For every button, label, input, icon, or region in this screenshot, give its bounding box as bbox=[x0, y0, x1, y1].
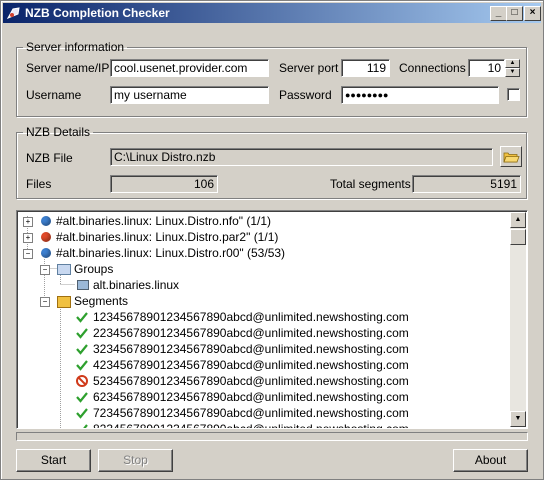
tree-file-item[interactable]: − #alt.binaries.linux: Linux.Distro.r00" … bbox=[17, 245, 512, 261]
segment-label: 42345678901234567890abcd@unlimited.newsh… bbox=[93, 358, 409, 372]
title-bar[interactable]: NZB Completion Checker _ □ × bbox=[3, 3, 541, 23]
progress-bar bbox=[16, 432, 528, 441]
minimize-button[interactable]: _ bbox=[490, 6, 507, 21]
checkmark-icon bbox=[76, 408, 88, 419]
expander-icon[interactable]: − bbox=[40, 297, 50, 307]
password-input[interactable]: ●●●●●●●● bbox=[341, 86, 499, 104]
server-name-label: Server name/IP bbox=[26, 61, 110, 75]
scroll-thumb[interactable] bbox=[510, 229, 526, 245]
groups-icon bbox=[57, 264, 71, 275]
expander-icon[interactable]: − bbox=[40, 265, 50, 275]
connections-label: Connections bbox=[399, 61, 466, 75]
blue-status-icon bbox=[41, 216, 51, 226]
nzb-file-input[interactable]: C:\Linux Distro.nzb bbox=[110, 148, 493, 166]
connections-spinner[interactable]: ▲ ▼ bbox=[505, 59, 520, 77]
checkmark-icon bbox=[76, 312, 88, 323]
spin-up-icon[interactable]: ▲ bbox=[505, 59, 520, 68]
start-button[interactable]: Start bbox=[16, 449, 91, 472]
segments-icon bbox=[57, 296, 71, 308]
app-window: NZB Completion Checker _ □ × Server info… bbox=[0, 0, 544, 480]
app-icon bbox=[7, 7, 20, 19]
failed-icon bbox=[76, 375, 88, 387]
tree-scrollbar[interactable]: ▲ ▼ bbox=[510, 212, 526, 427]
checkmark-icon bbox=[76, 328, 88, 339]
close-button[interactable]: × bbox=[524, 6, 541, 21]
segment-label: 12345678901234567890abcd@unlimited.newsh… bbox=[93, 310, 409, 324]
window-title: NZB Completion Checker bbox=[25, 6, 170, 20]
computer-icon bbox=[77, 280, 89, 290]
segment-label: 82345678901234567890abcd@unlimited.newsh… bbox=[93, 422, 409, 429]
red-status-icon bbox=[41, 232, 51, 242]
segment-label: 32345678901234567890abcd@unlimited.newsh… bbox=[93, 342, 409, 356]
groups-label: Groups bbox=[74, 262, 114, 276]
maximize-button[interactable]: □ bbox=[506, 6, 523, 21]
show-password-checkbox[interactable] bbox=[507, 88, 520, 101]
segment-label: 22345678901234567890abcd@unlimited.newsh… bbox=[93, 326, 409, 340]
blue-status-icon bbox=[41, 248, 51, 258]
total-segments-label: Total segments bbox=[330, 177, 411, 191]
tree-file-item[interactable]: + #alt.binaries.linux: Linux.Distro.par2"… bbox=[17, 229, 512, 245]
folder-icon bbox=[503, 152, 520, 163]
tree-file-item[interactable]: + #alt.binaries.linux: Linux.Distro.nfo" … bbox=[17, 213, 512, 229]
nzb-tree-view[interactable]: + #alt.binaries.linux: Linux.Distro.nfo" … bbox=[16, 210, 528, 429]
files-label: Files bbox=[26, 177, 52, 191]
server-port-label: Server port bbox=[279, 61, 339, 75]
total-segments-count: 5191 bbox=[412, 175, 521, 193]
segment-label: 62345678901234567890abcd@unlimited.newsh… bbox=[93, 390, 409, 404]
tree-file-label: #alt.binaries.linux: Linux.Distro.nfo" (… bbox=[56, 214, 272, 228]
scroll-down-icon[interactable]: ▼ bbox=[510, 411, 526, 427]
segment-label: 72345678901234567890abcd@unlimited.newsh… bbox=[93, 406, 409, 420]
checkmark-icon bbox=[83, 424, 88, 428]
server-information-legend: Server information bbox=[26, 40, 125, 54]
spin-down-icon[interactable]: ▼ bbox=[505, 68, 520, 77]
browse-button[interactable] bbox=[500, 146, 522, 167]
expander-icon[interactable]: + bbox=[23, 217, 33, 227]
segment-label: 52345678901234567890abcd@unlimited.newsh… bbox=[93, 374, 409, 388]
server-name-input[interactable]: cool.usenet.provider.com bbox=[110, 59, 269, 77]
server-information-group: Server information bbox=[16, 40, 527, 117]
tree-file-label: #alt.binaries.linux: Linux.Distro.r00" (… bbox=[56, 246, 286, 260]
about-button[interactable]: About bbox=[453, 449, 528, 472]
server-port-input[interactable]: 119 bbox=[341, 59, 390, 77]
checkmark-icon bbox=[76, 360, 88, 371]
segments-label: Segments bbox=[74, 294, 129, 308]
expander-icon[interactable]: − bbox=[23, 249, 33, 259]
checkmark-icon bbox=[76, 344, 88, 355]
tree-file-label: #alt.binaries.linux: Linux.Distro.par2" … bbox=[56, 230, 279, 244]
nzb-details-legend: NZB Details bbox=[26, 125, 91, 139]
connections-input[interactable]: 10 bbox=[468, 59, 505, 77]
username-label: Username bbox=[26, 88, 82, 102]
expander-icon[interactable]: + bbox=[23, 233, 33, 243]
username-input[interactable]: my username bbox=[110, 86, 269, 104]
password-label: Password bbox=[279, 88, 332, 102]
stop-button[interactable]: Stop bbox=[98, 449, 173, 472]
checkmark-icon bbox=[76, 392, 88, 403]
files-count: 106 bbox=[110, 175, 218, 193]
group-item-label: alt.binaries.linux bbox=[93, 278, 180, 292]
scroll-up-icon[interactable]: ▲ bbox=[510, 212, 526, 228]
nzb-file-label: NZB File bbox=[26, 151, 73, 165]
